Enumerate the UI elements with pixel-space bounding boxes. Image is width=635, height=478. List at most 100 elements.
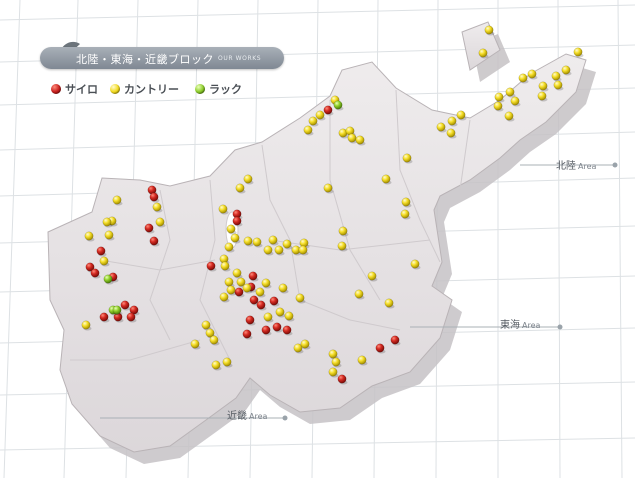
silo-marker[interactable] bbox=[149, 236, 159, 246]
country-elevator-marker[interactable] bbox=[112, 195, 122, 205]
country-elevator-marker[interactable] bbox=[484, 25, 494, 35]
country-elevator-marker[interactable] bbox=[551, 71, 561, 81]
country-elevator-marker[interactable] bbox=[553, 80, 563, 90]
country-elevator-marker[interactable] bbox=[527, 69, 537, 79]
country-elevator-marker[interactable] bbox=[303, 125, 313, 135]
country-elevator-marker[interactable] bbox=[232, 268, 242, 278]
country-elevator-marker[interactable] bbox=[243, 174, 253, 184]
silo-marker[interactable] bbox=[242, 329, 252, 339]
silo-marker[interactable] bbox=[234, 287, 244, 297]
silo-marker[interactable] bbox=[323, 105, 333, 115]
country-elevator-marker[interactable] bbox=[298, 245, 308, 255]
country-elevator-marker[interactable] bbox=[354, 289, 364, 299]
country-elevator-marker[interactable] bbox=[338, 226, 348, 236]
country-elevator-marker[interactable] bbox=[494, 92, 504, 102]
country-elevator-marker[interactable] bbox=[478, 48, 488, 58]
country-elevator-marker[interactable] bbox=[263, 312, 273, 322]
country-elevator-marker[interactable] bbox=[367, 271, 377, 281]
country-elevator-marker[interactable] bbox=[230, 233, 240, 243]
country-elevator-marker[interactable] bbox=[400, 209, 410, 219]
rack-marker[interactable] bbox=[103, 274, 113, 284]
country-elevator-marker[interactable] bbox=[505, 87, 515, 97]
country-elevator-marker[interactable] bbox=[410, 259, 420, 269]
country-elevator-marker[interactable] bbox=[447, 116, 457, 126]
country-elevator-marker[interactable] bbox=[218, 204, 228, 214]
country-elevator-marker[interactable] bbox=[561, 65, 571, 75]
country-elevator-marker[interactable] bbox=[323, 183, 333, 193]
silo-marker[interactable] bbox=[206, 261, 216, 271]
country-elevator-marker[interactable] bbox=[456, 110, 466, 120]
country-elevator-marker[interactable] bbox=[190, 339, 200, 349]
country-elevator-marker[interactable] bbox=[493, 101, 503, 111]
country-elevator-marker[interactable] bbox=[102, 217, 112, 227]
country-elevator-marker[interactable] bbox=[328, 367, 338, 377]
country-elevator-marker[interactable] bbox=[328, 349, 338, 359]
country-elevator-marker[interactable] bbox=[99, 256, 109, 266]
silo-marker[interactable] bbox=[269, 296, 279, 306]
country-elevator-marker[interactable] bbox=[436, 122, 446, 132]
silo-marker[interactable] bbox=[96, 246, 106, 256]
silo-marker[interactable] bbox=[245, 315, 255, 325]
country-elevator-marker[interactable] bbox=[226, 224, 236, 234]
country-elevator-marker[interactable] bbox=[152, 202, 162, 212]
country-elevator-marker[interactable] bbox=[402, 153, 412, 163]
silo-marker[interactable] bbox=[120, 300, 130, 310]
silo-marker[interactable] bbox=[126, 312, 136, 322]
country-elevator-marker[interactable] bbox=[381, 174, 391, 184]
country-elevator-marker[interactable] bbox=[347, 133, 357, 143]
country-elevator-marker[interactable] bbox=[275, 307, 285, 317]
country-elevator-marker[interactable] bbox=[337, 241, 347, 251]
silo-marker[interactable] bbox=[337, 374, 347, 384]
country-elevator-marker[interactable] bbox=[242, 283, 252, 293]
silo-marker[interactable] bbox=[249, 295, 259, 305]
country-elevator-marker[interactable] bbox=[224, 277, 234, 287]
country-elevator-marker[interactable] bbox=[282, 239, 292, 249]
silo-marker[interactable] bbox=[390, 335, 400, 345]
country-elevator-marker[interactable] bbox=[573, 47, 583, 57]
country-elevator-marker[interactable] bbox=[295, 293, 305, 303]
country-elevator-marker[interactable] bbox=[261, 278, 271, 288]
country-elevator-marker[interactable] bbox=[446, 128, 456, 138]
silo-marker[interactable] bbox=[99, 312, 109, 322]
country-elevator-marker[interactable] bbox=[331, 357, 341, 367]
silo-marker[interactable] bbox=[272, 322, 282, 332]
country-elevator-marker[interactable] bbox=[274, 245, 284, 255]
country-elevator-marker[interactable] bbox=[504, 111, 514, 121]
country-elevator-marker[interactable] bbox=[308, 116, 318, 126]
country-elevator-marker[interactable] bbox=[224, 242, 234, 252]
country-elevator-marker[interactable] bbox=[81, 320, 91, 330]
silo-marker[interactable] bbox=[90, 268, 100, 278]
country-elevator-marker[interactable] bbox=[518, 73, 528, 83]
rack-marker[interactable] bbox=[333, 100, 343, 110]
country-elevator-marker[interactable] bbox=[510, 96, 520, 106]
country-elevator-marker[interactable] bbox=[243, 236, 253, 246]
country-elevator-marker[interactable] bbox=[401, 197, 411, 207]
country-elevator-marker[interactable] bbox=[278, 283, 288, 293]
silo-marker[interactable] bbox=[282, 325, 292, 335]
country-elevator-marker[interactable] bbox=[222, 357, 232, 367]
country-elevator-marker[interactable] bbox=[209, 335, 219, 345]
country-elevator-marker[interactable] bbox=[201, 320, 211, 330]
country-elevator-marker[interactable] bbox=[284, 311, 294, 321]
silo-marker[interactable] bbox=[261, 325, 271, 335]
country-elevator-marker[interactable] bbox=[226, 285, 236, 295]
silo-marker[interactable] bbox=[256, 300, 266, 310]
country-elevator-marker[interactable] bbox=[384, 298, 394, 308]
country-elevator-marker[interactable] bbox=[315, 110, 325, 120]
country-elevator-marker[interactable] bbox=[538, 81, 548, 91]
country-elevator-marker[interactable] bbox=[211, 360, 221, 370]
silo-marker[interactable] bbox=[144, 223, 154, 233]
country-elevator-marker[interactable] bbox=[104, 230, 114, 240]
rack-marker[interactable] bbox=[112, 305, 122, 315]
country-elevator-marker[interactable] bbox=[84, 231, 94, 241]
country-elevator-marker[interactable] bbox=[219, 292, 229, 302]
silo-marker[interactable] bbox=[232, 216, 242, 226]
country-elevator-marker[interactable] bbox=[268, 235, 278, 245]
silo-marker[interactable] bbox=[149, 192, 159, 202]
silo-marker[interactable] bbox=[375, 343, 385, 353]
country-elevator-marker[interactable] bbox=[537, 91, 547, 101]
country-elevator-marker[interactable] bbox=[235, 183, 245, 193]
country-elevator-marker[interactable] bbox=[255, 287, 265, 297]
country-elevator-marker[interactable] bbox=[300, 339, 310, 349]
country-elevator-marker[interactable] bbox=[220, 261, 230, 271]
